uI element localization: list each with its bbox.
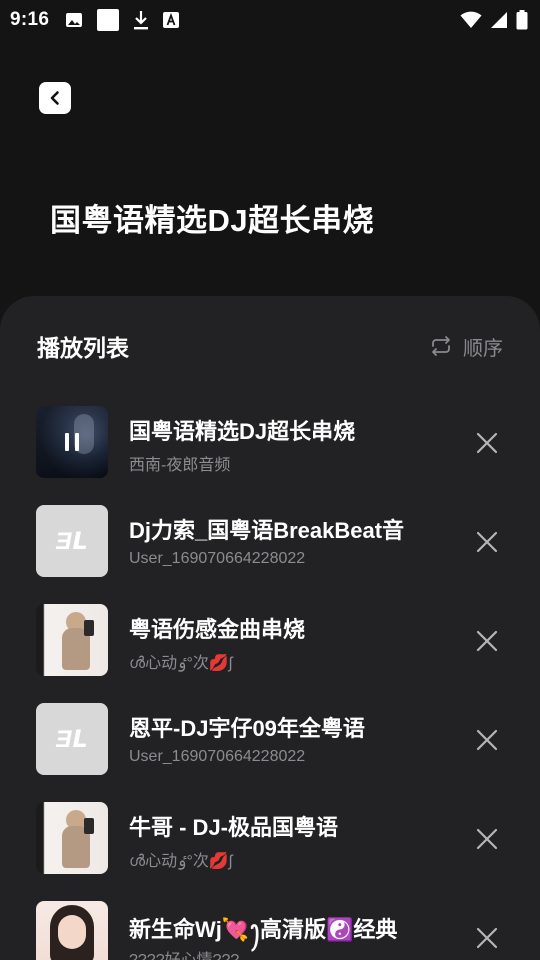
status-bar: 9:16 [0,0,540,40]
close-icon [476,630,498,652]
pause-icon[interactable] [62,432,82,452]
close-icon [476,927,498,949]
track-title: 粤语伤感金曲串烧 [129,617,306,642]
track-artist: ????好心情??? [129,946,239,960]
playlist-title: 播放列表 [37,335,129,361]
list-item[interactable]: 粤语伤感金曲串烧 ൾ心动ٶ°次💋ʃ [0,604,540,703]
signal-icon [490,11,508,29]
translate-icon [163,12,180,28]
track-artist: User_169070664228022 [129,748,306,765]
list-item[interactable]: 国粤语精选DJ超长串烧 西南-夜郎音频 [0,406,540,505]
chevron-left-icon [47,90,63,106]
dj-logo: ƎԼ [55,725,89,753]
dj-logo: ƎԼ [55,527,89,555]
track-artist: 西南-夜郎音频 [129,457,231,474]
close-icon [476,729,498,751]
list-item[interactable]: ƎԼ Dj力索_国粤语BreakBeat音 User_1690706642280… [0,505,540,604]
remove-track-button[interactable] [474,727,500,753]
back-button[interactable] [39,82,71,114]
status-time: 9:16 [10,9,50,30]
playlist-header: 播放列表 顺序 [37,326,503,366]
track-cover: ƎԼ [36,703,108,775]
repeat-icon [429,335,453,357]
track-cover [36,802,108,874]
square-icon [97,9,120,31]
playlist-sheet: 播放列表 顺序 国粤语精选DJ超长串烧 西南-夜郎音频 ƎԼ Dj力索_国粤语B… [0,296,540,960]
close-icon [476,531,498,553]
track-artist: ൾ心动ٶ°次💋ʃ [129,853,233,870]
close-icon [476,432,498,454]
track-title: 恩平-DJ宇仔09年全粤语 [129,716,365,741]
list-item[interactable]: 牛哥 - DJ-极品国粤语 ൾ心动ٶ°次💋ʃ [0,802,540,901]
track-title: 国粤语精选DJ超长串烧 [129,419,356,444]
remove-track-button[interactable] [474,430,500,456]
image-icon [65,11,83,29]
close-icon [476,828,498,850]
wifi-icon [460,11,482,29]
download-icon [133,10,149,30]
remove-track-button[interactable] [474,826,500,852]
remove-track-button[interactable] [474,529,500,555]
track-cover: ƎԼ [36,505,108,577]
list-item[interactable]: 新生命Wj💘ꫂ高清版☯️经典 ????好心情??? [0,901,540,960]
track-cover [36,604,108,676]
track-title: 牛哥 - DJ-极品国粤语 [129,815,339,840]
track-cover [36,406,108,478]
list-item[interactable]: ƎԼ 恩平-DJ宇仔09年全粤语 User_169070664228022 [0,703,540,802]
play-order-toggle[interactable]: 顺序 [429,332,503,361]
playlist: 国粤语精选DJ超长串烧 西南-夜郎音频 ƎԼ Dj力索_国粤语BreakBeat… [0,406,540,960]
page-title: 国粤语精选DJ超长串烧 [50,203,375,238]
track-title: Dj力索_国粤语BreakBeat音 [129,518,405,543]
track-artist: User_169070664228022 [129,550,306,567]
play-order-label: 顺序 [463,337,503,360]
remove-track-button[interactable] [474,628,500,654]
remove-track-button[interactable] [474,925,500,951]
battery-icon [516,10,528,30]
track-artist: ൾ心动ٶ°次💋ʃ [129,655,233,672]
track-cover [36,901,108,960]
